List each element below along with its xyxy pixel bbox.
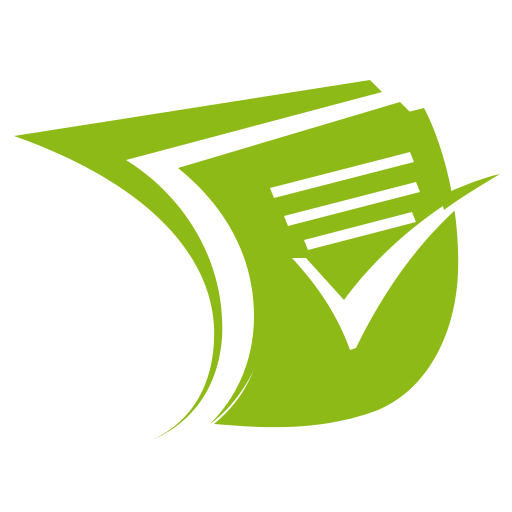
document-checkmark-icon [14,80,500,440]
app-icon-canvas [0,0,512,512]
